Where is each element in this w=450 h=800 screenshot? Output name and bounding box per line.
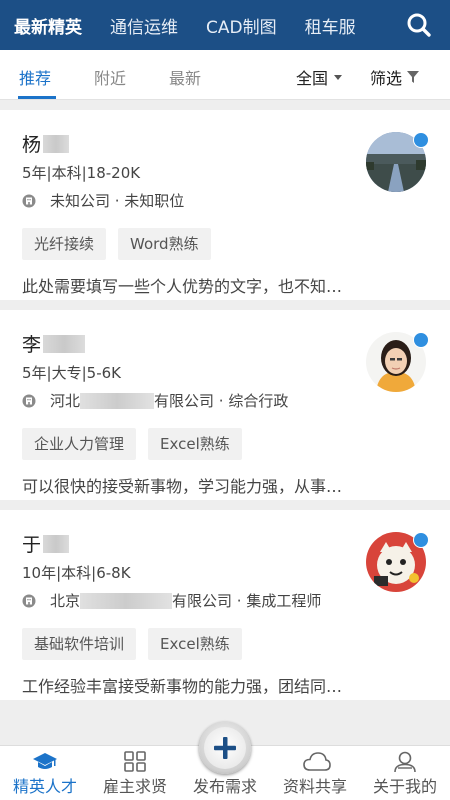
skill-tags: 光纤接续 Word熟练 bbox=[22, 228, 223, 260]
name-mask bbox=[43, 534, 70, 553]
skill-tags: 企业人力管理 Excel熟练 bbox=[22, 428, 254, 460]
candidate-description: 可以很快的接受新事物，学习能力强，从事… bbox=[22, 477, 343, 496]
candidate-meta: 10年|本科|6-8K bbox=[22, 564, 131, 582]
skill-tag: Excel熟练 bbox=[148, 628, 242, 660]
category-latest-elite[interactable]: 最新精英 bbox=[14, 13, 82, 38]
publish-button-face bbox=[204, 727, 246, 769]
skill-tag: 光纤接续 bbox=[22, 228, 107, 260]
company-prefix: 北京 bbox=[50, 592, 81, 610]
category-car-rental[interactable]: 租车服 bbox=[305, 13, 356, 38]
candidate-company: 河北 有限公司 · 综合行政 bbox=[22, 390, 288, 411]
candidate-description: 工作经验丰富接受新事物的能力强，团结同… bbox=[22, 677, 343, 696]
male-gender-icon bbox=[413, 332, 429, 348]
region-selector[interactable]: 全国 bbox=[296, 65, 343, 89]
candidate-name: 杨 bbox=[22, 130, 70, 157]
user-icon bbox=[394, 751, 416, 773]
cloud-icon bbox=[303, 752, 331, 771]
talent-card[interactable]: 于 10年|本科|6-8K 北京 有限公司 · 集成工程师 基础软件培训 Exc… bbox=[0, 510, 450, 700]
nav-label: 雇主求贤 bbox=[102, 777, 167, 796]
nav-elite-talent[interactable]: 精英人才 bbox=[0, 746, 90, 800]
skill-tags: 基础软件培训 Excel熟练 bbox=[22, 628, 254, 660]
candidate-company: 未知公司 · 未知职位 bbox=[22, 190, 184, 211]
nav-label: 关于我的 bbox=[372, 777, 437, 796]
nav-label: 资料共享 bbox=[282, 777, 347, 796]
name-text: 杨 bbox=[22, 134, 42, 156]
candidate-name: 于 bbox=[22, 530, 70, 557]
name-text: 于 bbox=[22, 534, 42, 556]
nav-employer-recruit[interactable]: 雇主求贤 bbox=[90, 746, 180, 800]
tab-nearby[interactable]: 附近 bbox=[94, 65, 126, 89]
candidate-company: 北京 有限公司 · 集成工程师 bbox=[22, 590, 321, 611]
tab-recommended[interactable]: 推荐 bbox=[19, 65, 51, 89]
male-gender-icon bbox=[413, 532, 429, 548]
active-tab-indicator bbox=[18, 96, 56, 99]
building-icon bbox=[22, 194, 36, 207]
publish-plus-button[interactable] bbox=[199, 722, 251, 774]
nav-label: 发布需求 bbox=[192, 777, 257, 796]
tab-latest[interactable]: 最新 bbox=[169, 65, 201, 89]
graduation-cap-icon bbox=[33, 753, 57, 769]
candidate-name: 李 bbox=[22, 330, 86, 357]
talent-card[interactable]: 李 5年|大专|5-6K 河北 有限公司 · 综合行政 企业人力管理 Excel… bbox=[0, 310, 450, 500]
skill-tag: Excel熟练 bbox=[148, 428, 242, 460]
nav-resource-share[interactable]: 资料共享 bbox=[270, 746, 360, 800]
name-mask bbox=[43, 334, 86, 353]
candidate-meta: 5年|大专|5-6K bbox=[22, 364, 121, 382]
building-icon bbox=[22, 594, 36, 607]
male-gender-icon bbox=[413, 132, 429, 148]
company-text: 未知公司 · 未知职位 bbox=[50, 192, 185, 210]
company-mask bbox=[80, 392, 155, 409]
grid-icon bbox=[124, 751, 146, 772]
skill-tag: Word熟练 bbox=[118, 228, 211, 260]
name-text: 李 bbox=[22, 334, 42, 356]
candidate-meta: 5年|本科|18-20K bbox=[22, 164, 141, 182]
skill-tag: 基础软件培训 bbox=[22, 628, 137, 660]
candidate-description: 此处需要填写一些个人优势的文字，也不知… bbox=[22, 277, 343, 296]
region-label: 全国 bbox=[296, 69, 329, 88]
category-cad-drawing[interactable]: CAD制图 bbox=[206, 13, 277, 38]
company-text: 有限公司 · 综合行政 bbox=[154, 392, 289, 410]
top-category-bar: 最新精英 通信运维 CAD制图 租车服 bbox=[0, 0, 450, 50]
company-text: 有限公司 · 集成工程师 bbox=[172, 592, 322, 610]
nav-label: 精英人才 bbox=[12, 777, 77, 796]
filter-label: 筛选 bbox=[370, 69, 403, 88]
company-mask bbox=[80, 592, 173, 609]
skill-tag: 企业人力管理 bbox=[22, 428, 137, 460]
plus-icon bbox=[214, 737, 236, 759]
sub-tab-bar: 推荐 附近 最新 全国 筛选 bbox=[0, 50, 450, 100]
name-mask bbox=[43, 134, 70, 153]
filter-button[interactable]: 筛选 bbox=[370, 65, 420, 89]
company-prefix: 河北 bbox=[50, 392, 81, 410]
category-telecom-ops[interactable]: 通信运维 bbox=[110, 13, 178, 38]
talent-card[interactable]: 杨 5年|本科|18-20K 未知公司 · 未知职位 光纤接续 Word熟练 此… bbox=[0, 110, 450, 300]
nav-about-me[interactable]: 关于我的 bbox=[360, 746, 450, 800]
building-icon bbox=[22, 394, 36, 407]
funnel-icon bbox=[407, 71, 420, 83]
caret-down-icon bbox=[334, 74, 343, 80]
search-icon[interactable] bbox=[406, 12, 432, 38]
